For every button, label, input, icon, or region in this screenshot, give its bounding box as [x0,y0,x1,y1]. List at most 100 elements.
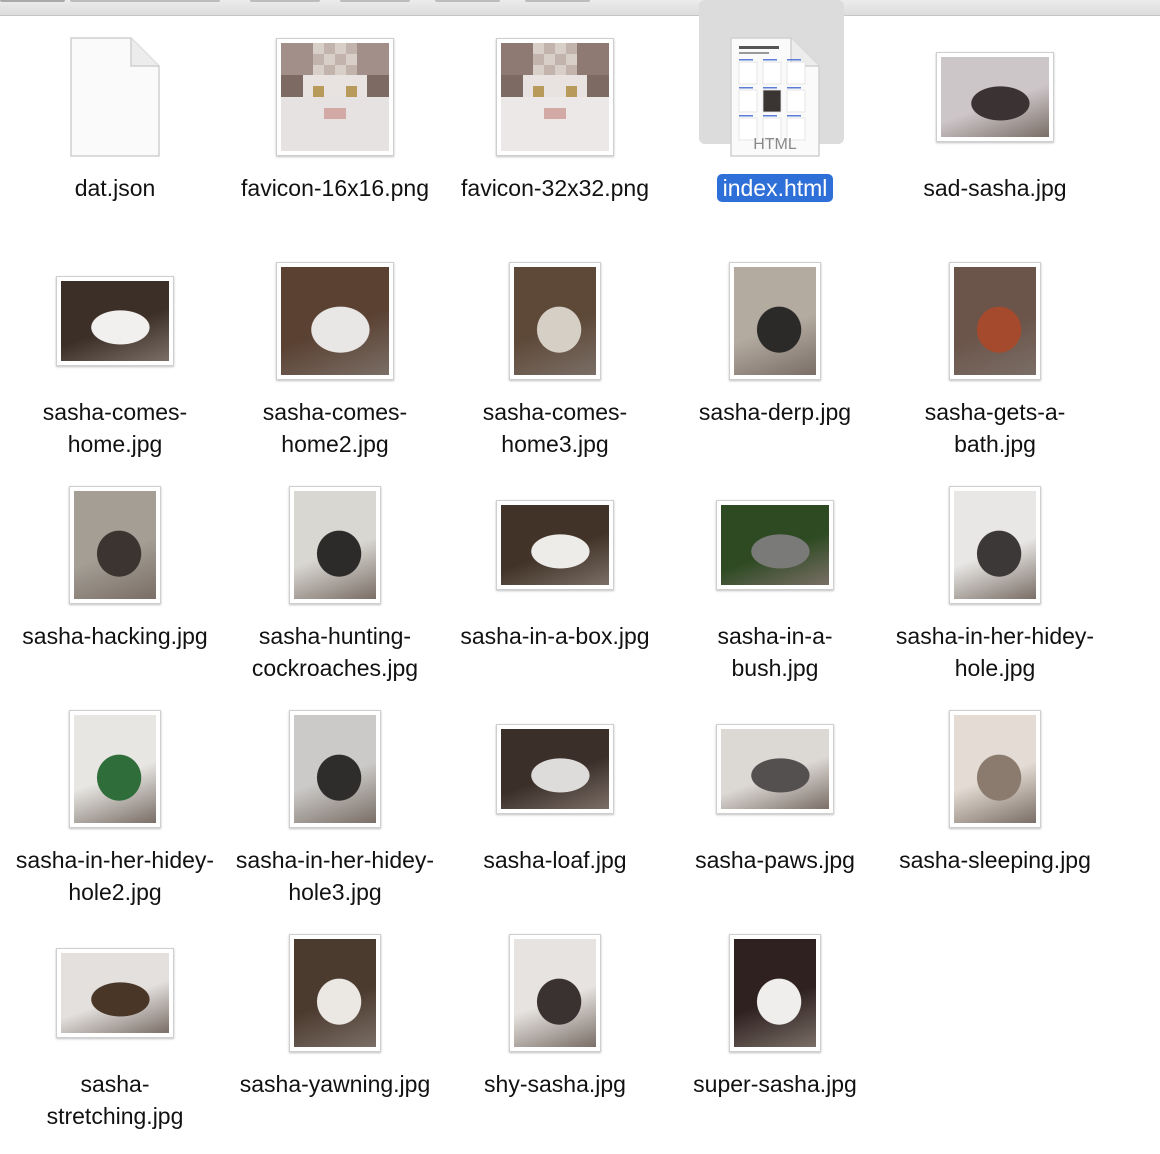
file-thumbnail[interactable] [445,472,665,618]
file-name-label[interactable]: index.html [675,172,875,204]
file-name-label[interactable]: dat.json [15,172,215,204]
file-item[interactable]: super-sasha.jpg [665,920,885,1140]
document-icon [70,37,160,157]
html-document-icon: HTML [730,37,820,157]
file-item[interactable]: sad-sasha.jpg [885,24,1105,244]
cat-photo-thumbnail [289,934,381,1052]
file-name-text: dat.json [74,175,156,201]
document-preview [69,36,161,158]
file-thumbnail[interactable] [225,248,445,394]
file-name-text: favicon-16x16.png [241,175,429,201]
file-item[interactable]: sasha-paws.jpg [665,696,885,916]
file-item[interactable]: sasha-hunting-cockroaches.jpg [225,472,445,692]
file-name-label[interactable]: sad-sasha.jpg [895,172,1095,204]
file-name-text: index.html [716,174,834,202]
file-thumbnail[interactable] [5,472,225,618]
cat-photo-thumbnail [289,486,381,604]
file-name-label[interactable]: sasha-comes-home.jpg [15,396,215,460]
cat-photo-thumbnail [949,486,1041,604]
cat-photo-thumbnail [936,52,1054,142]
document-preview: HTML [729,36,821,158]
file-thumbnail[interactable] [665,696,885,842]
file-name-text: sasha-derp.jpg [698,399,852,425]
file-name-label[interactable]: shy-sasha.jpg [455,1068,655,1100]
file-name-label[interactable]: sasha-hunting-cockroaches.jpg [235,620,435,684]
file-name-label[interactable]: sasha-gets-a-bath.jpg [895,396,1095,460]
file-item[interactable]: sasha-comes-home.jpg [5,248,225,468]
file-name-label[interactable]: sasha-comes-home3.jpg [455,396,655,460]
cat-photo-thumbnail [949,710,1041,828]
file-name-label[interactable]: sasha-stretching.jpg [15,1068,215,1132]
file-thumbnail[interactable] [445,920,665,1066]
file-thumbnail[interactable] [885,472,1105,618]
cat-photo-thumbnail [716,724,834,814]
file-name-text: sasha-paws.jpg [695,847,855,873]
file-thumbnail[interactable] [5,248,225,394]
cat-photo-thumbnail [69,486,161,604]
file-item[interactable]: sasha-stretching.jpg [5,920,225,1140]
file-thumbnail[interactable]: HTML [665,24,885,170]
file-item[interactable]: favicon-16x16.png [225,24,445,244]
cat-photo-thumbnail [69,710,161,828]
file-thumbnail[interactable] [5,24,225,170]
file-thumbnail[interactable] [5,920,225,1066]
file-name-text: sasha-gets-a-bath.jpg [924,399,1066,457]
file-name-text: sasha-in-a-bush.jpg [717,623,833,681]
cat-photo-thumbnail [716,500,834,590]
file-item[interactable]: sasha-loaf.jpg [445,696,665,916]
file-item[interactable]: sasha-in-a-bush.jpg [665,472,885,692]
file-name-label[interactable]: sasha-yawning.jpg [235,1068,435,1100]
cat-photo-thumbnail [56,948,174,1038]
file-item[interactable]: favicon-32x32.png [445,24,665,244]
file-name-text: sad-sasha.jpg [923,175,1067,201]
file-thumbnail[interactable] [885,696,1105,842]
file-item[interactable]: sasha-comes-home2.jpg [225,248,445,468]
file-name-label[interactable]: sasha-paws.jpg [675,844,875,876]
file-thumbnail[interactable] [225,472,445,618]
file-item[interactable]: HTML index.html [665,24,885,244]
file-name-text: sasha-in-her-hidey-hole2.jpg [15,847,215,905]
file-thumbnail[interactable] [665,472,885,618]
file-name-text: sasha-stretching.jpg [46,1071,184,1129]
file-name-label[interactable]: super-sasha.jpg [675,1068,875,1100]
file-item[interactable]: sasha-in-her-hidey-hole2.jpg [5,696,225,916]
file-thumbnail[interactable] [445,696,665,842]
file-thumbnail[interactable] [225,920,445,1066]
file-name-label[interactable]: sasha-in-a-bush.jpg [675,620,875,684]
file-item[interactable]: sasha-derp.jpg [665,248,885,468]
file-thumbnail[interactable] [885,248,1105,394]
file-item[interactable]: sasha-in-her-hidey-hole3.jpg [225,696,445,916]
file-item[interactable]: sasha-sleeping.jpg [885,696,1105,916]
file-name-label[interactable]: sasha-hacking.jpg [15,620,215,652]
toolbar-segment [0,0,65,2]
file-item[interactable]: sasha-in-her-hidey-hole.jpg [885,472,1105,692]
file-name-label[interactable]: sasha-in-her-hidey-hole.jpg [895,620,1095,684]
file-name-text: sasha-in-her-hidey-hole.jpg [895,623,1095,681]
file-thumbnail[interactable] [885,24,1105,170]
file-item[interactable]: sasha-gets-a-bath.jpg [885,248,1105,468]
file-thumbnail[interactable] [5,696,225,842]
file-name-label[interactable]: favicon-16x16.png [235,172,435,204]
file-name-text: favicon-32x32.png [461,175,649,201]
file-thumbnail[interactable] [665,248,885,394]
file-name-label[interactable]: sasha-in-a-box.jpg [455,620,655,652]
file-name-label[interactable]: sasha-in-her-hidey-hole3.jpg [235,844,435,908]
file-thumbnail[interactable] [445,24,665,170]
file-item[interactable]: dat.json [5,24,225,244]
file-thumbnail[interactable] [445,248,665,394]
file-item[interactable]: sasha-comes-home3.jpg [445,248,665,468]
file-item[interactable]: sasha-yawning.jpg [225,920,445,1140]
file-thumbnail[interactable] [225,696,445,842]
file-name-label[interactable]: sasha-loaf.jpg [455,844,655,876]
file-name-label[interactable]: sasha-sleeping.jpg [895,844,1095,876]
file-thumbnail[interactable] [665,920,885,1066]
file-item[interactable]: sasha-hacking.jpg [5,472,225,692]
file-item[interactable]: sasha-in-a-box.jpg [445,472,665,692]
file-thumbnail[interactable] [225,24,445,170]
file-item[interactable]: shy-sasha.jpg [445,920,665,1140]
file-name-label[interactable]: sasha-comes-home2.jpg [235,396,435,460]
file-name-label[interactable]: sasha-in-her-hidey-hole2.jpg [15,844,215,908]
cat-photo-thumbnail [729,262,821,380]
file-name-label[interactable]: favicon-32x32.png [455,172,655,204]
file-name-label[interactable]: sasha-derp.jpg [675,396,875,428]
